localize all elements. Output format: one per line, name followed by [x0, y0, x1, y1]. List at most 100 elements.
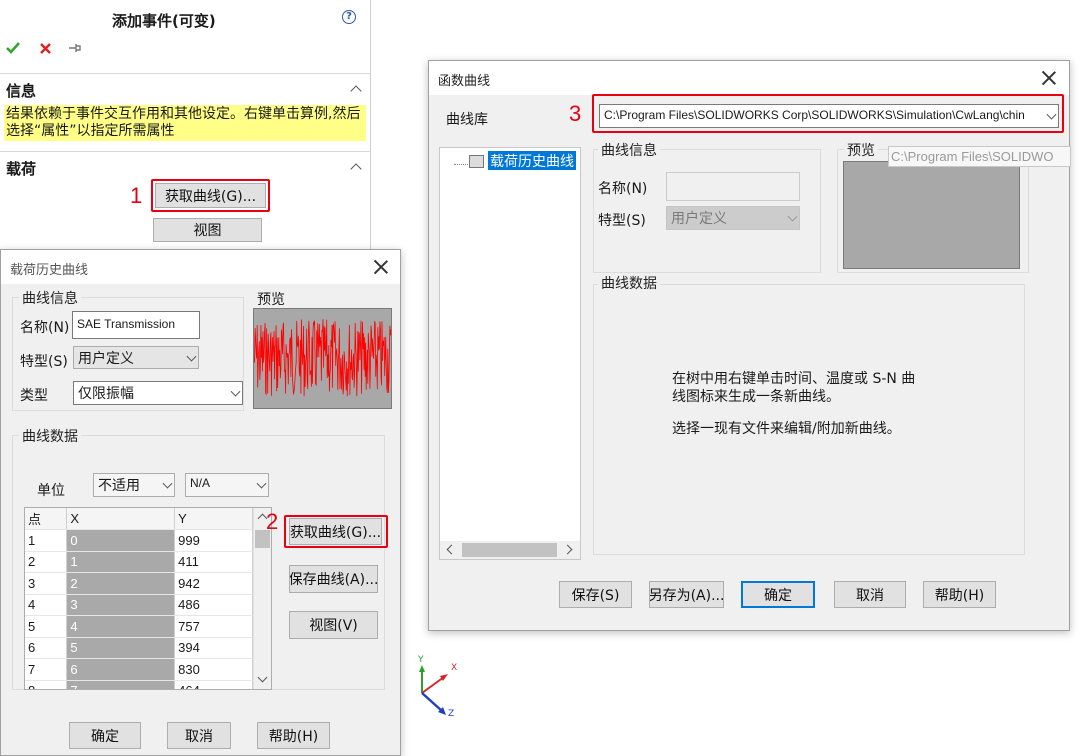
table-row[interactable]: 7 6 830 [25, 658, 253, 681]
dialog-title: 载荷历史曲线 [10, 263, 89, 278]
cell-point[interactable]: 8 [25, 680, 68, 689]
cell-point[interactable]: 1 [25, 529, 68, 552]
tree-item-load-history[interactable]: 载荷历史曲线 [488, 151, 576, 170]
chevron-down-icon [162, 478, 173, 489]
cell-point[interactable]: 6 [25, 637, 68, 659]
curve-data-table[interactable]: 点 X Y 1 0 999 2 1 411 3 2 942 4 3 486 5 … [24, 507, 272, 690]
scroll-right-chevron-icon[interactable] [562, 544, 573, 555]
column-header-point[interactable]: 点 [25, 508, 68, 530]
type-label: 类型 [20, 388, 48, 404]
cancel-button[interactable]: 取消 [834, 581, 906, 608]
property-select-value: 用户定义 [671, 211, 727, 227]
cancel-button[interactable]: 取消 [167, 722, 231, 749]
unit-x-value: 不适用 [98, 478, 140, 494]
table-row[interactable]: 2 1 411 [25, 551, 253, 573]
property-select[interactable]: 用户定义 [666, 206, 800, 230]
curve-info-group-title: 曲线信息 [598, 140, 660, 160]
path-tooltip: C:\Program Files\SOLIDWO [888, 146, 1071, 167]
cell-y[interactable]: 757 [174, 615, 253, 638]
help-button[interactable]: 帮助(H) [923, 581, 996, 608]
save-as-button[interactable]: 另存为(A)... [649, 581, 724, 608]
section-divider [0, 73, 370, 74]
triad-y-label: Y [418, 655, 424, 665]
triad-z-label: Z [448, 709, 455, 719]
pin-icon[interactable] [68, 42, 82, 54]
curve-tree[interactable]: 载荷历史曲线 [439, 147, 581, 560]
annotation-box-1 [151, 179, 270, 212]
cell-x[interactable]: 6 [66, 658, 176, 681]
cell-x[interactable]: 5 [66, 637, 176, 659]
unit-label: 单位 [37, 483, 65, 499]
name-label: 名称(N) [598, 181, 648, 197]
preview-signal [254, 319, 391, 397]
ok-button[interactable]: 确定 [741, 581, 815, 608]
ok-button[interactable]: 确定 [69, 722, 141, 749]
cell-y[interactable]: 411 [174, 551, 253, 573]
cell-point[interactable]: 2 [25, 551, 68, 573]
cell-x[interactable]: 7 [66, 680, 176, 689]
dialog-titlebar: 函数曲线 [429, 61, 1069, 95]
property-select[interactable]: 用户定义 [73, 346, 199, 369]
cell-y[interactable]: 942 [174, 572, 253, 595]
hint-line-3: 选择一现有文件来编辑/附加新曲线。 [672, 421, 901, 437]
folder-icon [469, 155, 484, 168]
table-scrollbar[interactable] [253, 508, 271, 689]
chevron-down-icon [186, 351, 197, 362]
annotation-step-2: 2 [266, 509, 279, 534]
view-button[interactable]: 视图(V) [289, 611, 378, 639]
preview-box [843, 161, 1020, 269]
unit-y-select[interactable]: N/A [185, 473, 269, 497]
cell-y[interactable]: 830 [174, 658, 253, 681]
scroll-thumb[interactable] [462, 543, 557, 557]
table-row[interactable]: 5 4 757 [25, 615, 253, 638]
cell-x[interactable]: 4 [66, 615, 176, 638]
cell-point[interactable]: 5 [25, 615, 68, 638]
pm-title: 添加事件(可变) [112, 12, 216, 30]
table-row[interactable]: 8 7 464 [25, 680, 253, 689]
chevron-down-icon [787, 211, 798, 222]
cell-x[interactable]: 3 [66, 594, 176, 616]
cell-x[interactable]: 0 [66, 529, 176, 552]
triad-x-label: X [451, 663, 458, 673]
close-icon[interactable] [371, 257, 391, 277]
table-row[interactable]: 1 0 999 [25, 529, 253, 552]
cancel-x-icon[interactable] [39, 42, 52, 55]
save-button[interactable]: 保存(S) [559, 581, 632, 608]
help-icon[interactable]: ? [342, 10, 356, 24]
unit-x-select[interactable]: 不适用 [93, 473, 175, 497]
close-icon[interactable] [1039, 68, 1059, 88]
cell-x[interactable]: 1 [66, 551, 176, 573]
scroll-left-chevron-icon[interactable] [446, 544, 457, 555]
tree-scrollbar[interactable] [440, 541, 580, 559]
hint-line-1: 在树中用右键单击时间、温度或 S-N 曲 [672, 371, 916, 387]
property-label: 特型(S) [598, 213, 646, 229]
cell-point[interactable]: 4 [25, 594, 68, 616]
name-input[interactable] [666, 172, 800, 201]
pm-view-button[interactable]: 视图 [153, 218, 262, 242]
table-row[interactable]: 3 2 942 [25, 572, 253, 595]
ok-check-icon[interactable] [6, 41, 20, 55]
cell-x[interactable]: 2 [66, 572, 176, 595]
save-curve-button[interactable]: 保存曲线(A)... [289, 565, 378, 593]
type-select[interactable]: 仅限振幅 [73, 381, 243, 405]
column-header-x[interactable]: X [66, 508, 176, 530]
collapse-load-chevron-icon[interactable] [350, 163, 362, 175]
cell-y[interactable]: 394 [174, 637, 253, 659]
curve-library-label: 曲线库 [446, 112, 488, 128]
cell-y[interactable]: 486 [174, 594, 253, 616]
cell-point[interactable]: 3 [25, 572, 68, 595]
section-divider [0, 151, 370, 152]
cell-y[interactable]: 999 [174, 529, 253, 552]
table-row[interactable]: 6 5 394 [25, 637, 253, 659]
collapse-info-chevron-icon[interactable] [350, 85, 362, 97]
cell-point[interactable]: 7 [25, 658, 68, 681]
cell-y[interactable]: 464 [174, 680, 253, 689]
dialog-title: 函数曲线 [438, 74, 491, 89]
column-header-y[interactable]: Y [174, 508, 253, 530]
scroll-down-chevron-icon[interactable] [257, 672, 268, 683]
help-button[interactable]: 帮助(H) [257, 722, 330, 749]
name-input[interactable]: SAE Transmission [72, 311, 200, 339]
table-row[interactable]: 4 3 486 [25, 594, 253, 616]
name-label: 名称(N) [20, 320, 70, 336]
preview-group-title: 预览 [844, 140, 878, 160]
